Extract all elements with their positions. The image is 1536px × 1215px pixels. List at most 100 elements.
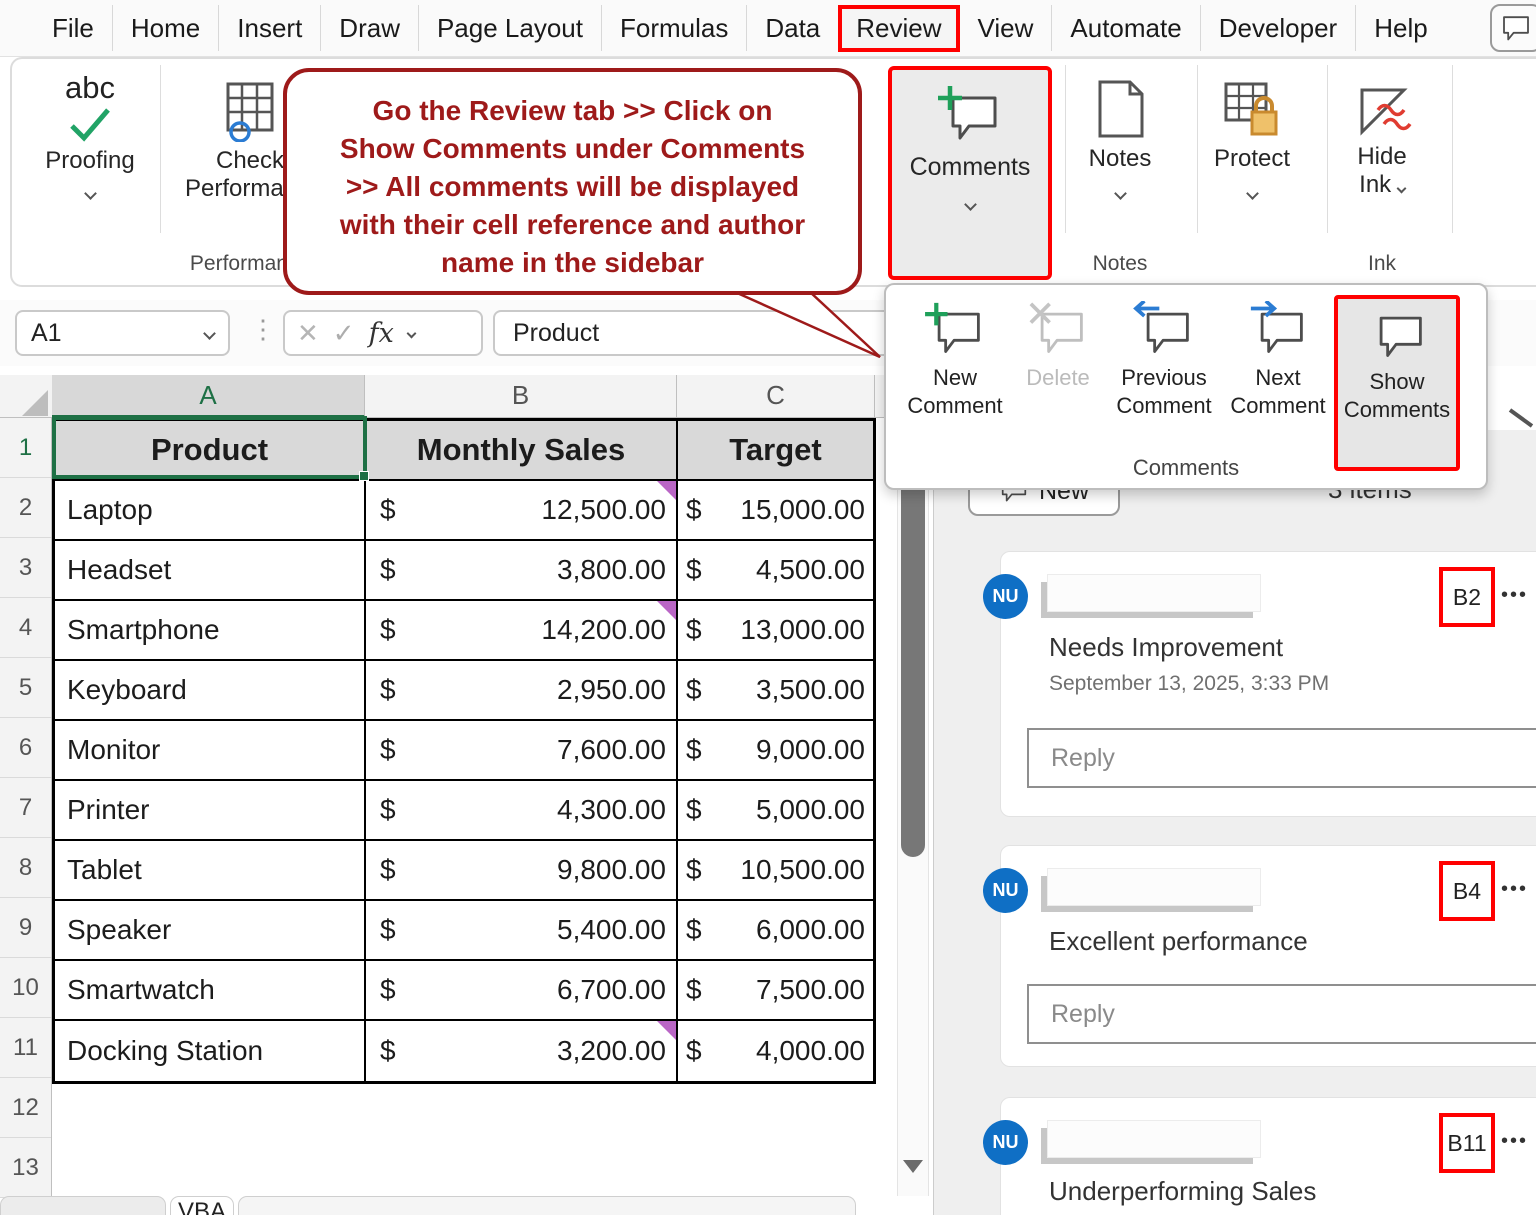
cell-b3[interactable]: $3,800.00 xyxy=(366,541,678,601)
drag-handle-dots[interactable]: ⋮ xyxy=(250,314,276,345)
comment-timestamp: September 13, 2025, 3:33 PM xyxy=(1049,672,1329,696)
cell-a3[interactable]: Headset xyxy=(55,541,366,601)
cell-c4[interactable]: $13,000.00 xyxy=(678,601,873,661)
tab-help[interactable]: Help xyxy=(1356,7,1445,50)
cell-a5[interactable]: Keyboard xyxy=(55,661,366,721)
tab-formulas[interactable]: Formulas xyxy=(602,7,746,50)
scrollbar-thumb[interactable] xyxy=(901,474,925,857)
row-number[interactable]: 4 xyxy=(0,598,51,658)
cell-a6[interactable]: Monitor xyxy=(55,721,366,781)
column-header-a[interactable]: A xyxy=(52,375,365,418)
cell-b4[interactable]: $14,200.00 xyxy=(366,601,678,661)
cell-b1[interactable]: Monthly Sales xyxy=(366,421,678,481)
previous-comment-menu-item[interactable]: PreviousComment xyxy=(1106,295,1222,420)
cell-c11[interactable]: $4,000.00 xyxy=(678,1021,873,1081)
column-header-c[interactable]: C xyxy=(677,375,875,418)
reply-input[interactable] xyxy=(1027,984,1536,1044)
cell-b7[interactable]: $4,300.00 xyxy=(366,781,678,841)
cell-c2[interactable]: $15,000.00 xyxy=(678,481,873,541)
vertical-scrollbar[interactable] xyxy=(897,430,929,1196)
row-number[interactable]: 1 xyxy=(0,418,51,478)
cell-b5[interactable]: $2,950.00 xyxy=(366,661,678,721)
tab-insert[interactable]: Insert xyxy=(219,7,320,50)
scroll-down-arrow[interactable] xyxy=(903,1160,923,1173)
cell-b8[interactable]: $9,800.00 xyxy=(366,841,678,901)
cell-c1[interactable]: Target xyxy=(678,421,873,481)
cell-c3[interactable]: $4,500.00 xyxy=(678,541,873,601)
more-options-icon[interactable]: ••• xyxy=(1501,878,1528,901)
row-number[interactable]: 3 xyxy=(0,538,51,598)
cell-b9[interactable]: $5,400.00 xyxy=(366,901,678,961)
cell-value: 3,200.00 xyxy=(557,1035,666,1067)
name-box[interactable]: A1 xyxy=(15,310,230,356)
cell-c8[interactable]: $10,500.00 xyxy=(678,841,873,901)
row-number[interactable]: 13 xyxy=(0,1138,51,1198)
new-comment-menu-item[interactable]: NewComment xyxy=(900,295,1010,420)
cell-b10[interactable]: $6,700.00 xyxy=(366,961,678,1021)
cell-c9[interactable]: $6,000.00 xyxy=(678,901,873,961)
cell-c6[interactable]: $9,000.00 xyxy=(678,721,873,781)
more-options-icon[interactable]: ••• xyxy=(1501,1130,1528,1153)
row-number[interactable]: 8 xyxy=(0,838,51,898)
row-number[interactable]: 5 xyxy=(0,658,51,718)
column-header-b[interactable]: B xyxy=(365,375,677,418)
notes-button[interactable]: Notes xyxy=(1072,78,1168,203)
table-row: Smartphone $14,200.00 $13,000.00 xyxy=(55,601,873,661)
show-comments-menu-item[interactable]: ShowComments xyxy=(1334,295,1460,471)
next-comment-icon xyxy=(1247,301,1309,359)
select-all-corner[interactable] xyxy=(22,390,48,416)
cell-value: 6,000.00 xyxy=(756,914,865,946)
currency-symbol: $ xyxy=(686,974,702,1006)
row-number[interactable]: 11 xyxy=(0,1018,51,1078)
cell-a2[interactable]: Laptop xyxy=(55,481,366,541)
sheet-tab-2[interactable] xyxy=(238,1196,856,1215)
cell-a4[interactable]: Smartphone xyxy=(55,601,366,661)
tab-review[interactable]: Review xyxy=(838,5,959,52)
chevron-down-icon[interactable] xyxy=(1508,402,1536,437)
proofing-button[interactable]: abc Proofing xyxy=(30,70,150,203)
row-number[interactable]: 10 xyxy=(0,958,51,1018)
cell-c10[interactable]: $7,500.00 xyxy=(678,961,873,1021)
cell-a7[interactable]: Printer xyxy=(55,781,366,841)
more-options-icon[interactable]: ••• xyxy=(1501,584,1528,607)
row-number[interactable]: 6 xyxy=(0,718,51,778)
enter-check-icon[interactable]: ✓ xyxy=(333,318,355,349)
row-number[interactable]: 7 xyxy=(0,778,51,838)
tab-view[interactable]: View xyxy=(960,7,1052,50)
row-number[interactable]: 2 xyxy=(0,478,51,538)
cell-a9[interactable]: Speaker xyxy=(55,901,366,961)
sheet-tab-vba[interactable]: VBA xyxy=(170,1196,234,1215)
row-number[interactable]: 9 xyxy=(0,898,51,958)
next-comment-menu-item[interactable]: NextComment xyxy=(1222,295,1334,420)
sheet-tab-1[interactable] xyxy=(0,1196,166,1215)
row-number[interactable]: 12 xyxy=(0,1078,51,1138)
cell-a11[interactable]: Docking Station xyxy=(55,1021,366,1081)
cell-a8[interactable]: Tablet xyxy=(55,841,366,901)
callout-line: with their cell reference and author xyxy=(287,206,858,244)
protect-button[interactable]: Protect xyxy=(1204,80,1300,203)
tab-data[interactable]: Data xyxy=(747,7,838,50)
tab-draw[interactable]: Draw xyxy=(321,7,418,50)
comment-card-b11[interactable]: NU B11 ••• Underperforming Sales xyxy=(1000,1097,1536,1215)
comments-pane-toggle-button[interactable] xyxy=(1490,4,1536,52)
cell-b11[interactable]: $3,200.00 xyxy=(366,1021,678,1081)
cancel-x-icon[interactable]: ✕ xyxy=(297,318,319,349)
fill-handle[interactable] xyxy=(359,471,369,481)
comments-ribbon-button[interactable]: Comments xyxy=(888,66,1052,280)
tab-page-layout[interactable]: Page Layout xyxy=(419,7,601,50)
tab-home[interactable]: Home xyxy=(113,7,218,50)
tab-developer[interactable]: Developer xyxy=(1201,7,1356,50)
avatar: NU xyxy=(983,574,1028,619)
tab-file[interactable]: File xyxy=(34,7,112,50)
tab-automate[interactable]: Automate xyxy=(1052,7,1199,50)
cell-b2[interactable]: $12,500.00 xyxy=(366,481,678,541)
comment-card-b2[interactable]: NU B2 ••• Needs Improvement September 13… xyxy=(1000,551,1536,817)
cell-c7[interactable]: $5,000.00 xyxy=(678,781,873,841)
hide-ink-button[interactable]: Hide Ink xyxy=(1334,82,1430,199)
fx-icon[interactable]: fx xyxy=(369,318,394,349)
cell-c5[interactable]: $3,500.00 xyxy=(678,661,873,721)
cell-b6[interactable]: $7,600.00 xyxy=(366,721,678,781)
reply-input[interactable] xyxy=(1027,728,1536,788)
comment-card-b4[interactable]: NU B4 ••• Excellent performance xyxy=(1000,845,1536,1067)
cell-a10[interactable]: Smartwatch xyxy=(55,961,366,1021)
